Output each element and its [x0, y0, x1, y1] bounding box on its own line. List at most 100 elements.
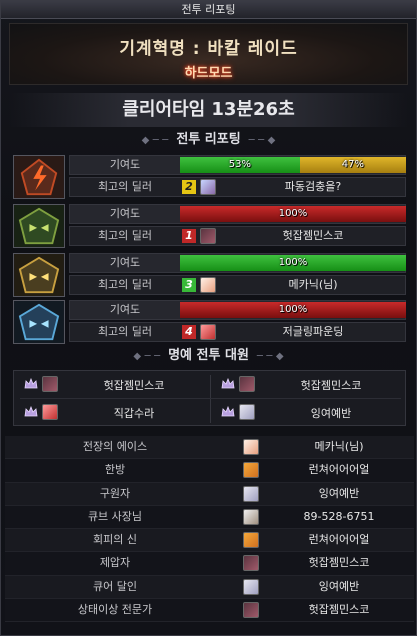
award-title: 한방 [104, 463, 126, 477]
top-dealer-label: 최고의 딜러 [97, 325, 153, 338]
contribution-label: 기여도 [109, 303, 141, 316]
difficulty-badge: 하드모드 [184, 66, 233, 81]
honor-member-name: 헛잡젬민스코 [103, 379, 165, 392]
crown-icon [24, 406, 38, 417]
player-avatar-icon [243, 485, 259, 502]
top-dealer-row: 최고의 딜러 3 메카닉(님) [69, 275, 406, 295]
award-title: 회피의 신 [93, 533, 137, 547]
award-player-name: 런쳐어어어얼 [308, 463, 370, 477]
honor-member: 직갑수라 [14, 399, 210, 426]
honor-members-heading: ◆ ─ ─ 명예 전투 대원 ─ ─ ◆ [133, 348, 284, 363]
ornament-icon: ◆ ─ ─ [133, 351, 161, 362]
crown-icon [221, 406, 235, 417]
player-avatar-icon [243, 602, 259, 619]
honor-member-name: 헛잡젬민스코 [300, 379, 362, 392]
contribution-row: 기여도 53% 47% [69, 155, 406, 175]
award-player-name: 잉여예반 [318, 486, 360, 500]
award-player-name: 헛잡젬민스코 [308, 603, 370, 617]
player-avatar-icon [243, 439, 259, 455]
red-boss-portrait-icon [13, 155, 65, 199]
blue-boss-portrait-icon [13, 300, 65, 344]
player-avatar-icon [200, 228, 216, 244]
raid-header: 기계혁명 : 바칼 레이드 하드모드 [9, 23, 408, 85]
award-player-name: 헛잡젬민스코 [308, 556, 370, 570]
award-player-name: 메카닉(님) [314, 440, 364, 453]
player-avatar-icon [42, 376, 58, 392]
boss-result: 기여도 100% 최고의 딜러 4 저글링파운딩 [13, 300, 406, 344]
player-avatar-icon [42, 404, 58, 420]
top-dealer-row: 최고의 딜러 2 파동검충을? [69, 177, 406, 197]
contribution-bar-segment: 53% [180, 157, 300, 173]
award-title: 큐어 달인 [93, 579, 137, 593]
contribution-bar: 53% 47% [180, 157, 406, 173]
top-dealer-label: 최고의 딜러 [97, 278, 153, 291]
award-title: 큐브 사장님 [87, 509, 143, 523]
contribution-label: 기여도 [109, 207, 141, 220]
award-player-name: 잉여예반 [318, 579, 360, 593]
ornament-icon: ─ ─ ◆ [256, 351, 284, 362]
player-avatar-icon [243, 578, 259, 595]
battle-report-window: 전투 리포팅 기계혁명 : 바칼 레이드 하드모드 클리어타임 13분26초 ◆… [0, 0, 417, 636]
awards-list: 전장의 에이스 메카닉(님) 한방 런쳐어어어얼 구원자 잉여예반 큐브 사장님… [5, 436, 414, 623]
contribution-bar: 100% [180, 206, 406, 222]
honor-member-name: 직갑수라 [113, 407, 155, 420]
top-dealer-name: 파동검충을? [284, 180, 342, 193]
top-dealer-name: 메카닉(님) [288, 278, 338, 291]
top-dealer-name: 헛잡젬민스코 [282, 229, 344, 242]
top-dealer-row: 최고의 딜러 1 헛잡젬민스코 [69, 226, 406, 246]
crown-icon [24, 378, 38, 389]
rank-badge: 3 [182, 278, 196, 292]
award-row: 제압자 헛잡젬민스코 [5, 552, 414, 576]
award-row: 회피의 신 런쳐어어어얼 [5, 529, 414, 553]
rank-badge: 4 [182, 325, 196, 339]
player-avatar-icon [200, 324, 216, 340]
contribution-bar-segment: 100% [180, 206, 406, 222]
award-row: 한방 런쳐어어어얼 [5, 459, 414, 483]
award-title: 구원자 [99, 486, 131, 500]
contribution-row: 기여도 100% [69, 253, 406, 273]
contribution-bar-segment: 47% [299, 157, 406, 173]
honor-member: 헛잡젬민스코 [211, 371, 407, 398]
contribution-label: 기여도 [109, 256, 141, 269]
player-avatar-icon [239, 376, 255, 392]
contribution-row: 기여도 100% [69, 300, 406, 320]
award-row: 상태이상 전문가 헛잡젬민스코 [5, 599, 414, 623]
award-row: 전장의 에이스 메카닉(님) [5, 436, 414, 460]
gold-boss-portrait-icon [13, 253, 65, 297]
raid-title: 기계혁명 : 바칼 레이드 [119, 39, 298, 59]
contribution-bar-segment: 100% [180, 255, 406, 271]
green-boss-portrait-icon [13, 204, 65, 248]
award-row: 큐브 사장님 89-528-6751 [5, 505, 414, 530]
crown-icon [221, 378, 235, 389]
award-title: 상태이상 전문가 [77, 603, 153, 617]
top-dealer-name: 저글링파운딩 [282, 325, 344, 338]
player-avatar-icon [243, 508, 259, 525]
contribution-row: 기여도 100% [69, 204, 406, 224]
award-row: 큐어 달인 잉여예반 [5, 575, 414, 600]
player-avatar-icon [243, 555, 259, 572]
award-player-name: 런쳐어어어얼 [308, 533, 370, 547]
clear-time: 클리어타임 13분26초 [9, 93, 408, 127]
player-avatar-icon [200, 179, 216, 195]
top-dealer-row: 최고의 딜러 4 저글링파운딩 [69, 322, 406, 342]
boss-result: 기여도 53% 47% 최고의 딜러 2 파동검충을? [13, 155, 406, 199]
honor-member-name: 잉여예반 [310, 407, 352, 420]
player-avatar-icon [243, 532, 259, 549]
player-avatar-icon [200, 277, 216, 293]
contribution-bar-segment: 100% [180, 302, 406, 318]
honor-members-panel: 헛잡젬민스코 헛잡젬민스코 직갑수라 잉여예반 [13, 370, 406, 426]
battle-report-heading: ◆ ─ ─ 전투 리포팅 ─ ─ ◆ [141, 132, 276, 147]
award-player-name: 89-528-6751 [303, 509, 375, 523]
contribution-bar: 100% [180, 302, 406, 318]
honor-member: 잉여예반 [211, 399, 407, 426]
player-avatar-icon [239, 404, 255, 420]
player-avatar-icon [243, 462, 259, 479]
award-title: 전장의 에이스 [82, 440, 148, 453]
boss-result: 기여도 100% 최고의 딜러 3 메카닉(님) [13, 253, 406, 297]
rank-badge: 2 [182, 180, 196, 194]
award-row: 구원자 잉여예반 [5, 482, 414, 506]
rank-badge: 1 [182, 229, 196, 243]
contribution-bar: 100% [180, 255, 406, 271]
boss-result: 기여도 100% 최고의 딜러 1 헛잡젬민스코 [13, 204, 406, 248]
ornament-icon: ─ ─ ◆ [248, 135, 276, 146]
